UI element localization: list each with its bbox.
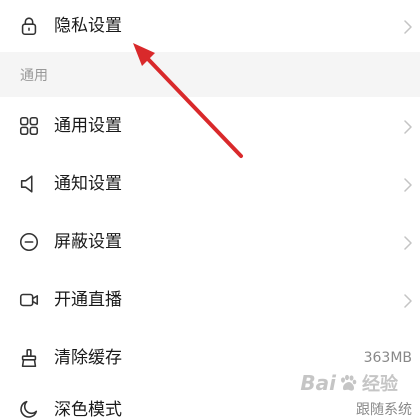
speaker-icon [18, 173, 40, 195]
settings-item-label: 屏蔽设置 [54, 232, 122, 252]
chevron-right-icon [404, 119, 412, 134]
settings-item-label: 清除缓存 [54, 348, 122, 368]
settings-item-label: 开通直播 [54, 290, 122, 310]
chevron-right-icon [404, 293, 412, 308]
grid-icon [18, 115, 40, 137]
minus-circle-icon [18, 231, 40, 253]
settings-screen: 隐私设置 通用 通用设置 通知设置 屏蔽设置 开通直播 清除缓存 363MB 深… [0, 0, 420, 420]
settings-item-label: 隐私设置 [54, 16, 122, 36]
settings-item-dark-mode[interactable]: 深色模式 跟随系统 [0, 387, 420, 420]
settings-item-notifications[interactable]: 通知设置 [0, 155, 420, 213]
settings-item-block[interactable]: 屏蔽设置 [0, 213, 420, 271]
settings-item-privacy[interactable]: 隐私设置 [0, 0, 420, 52]
section-header-general: 通用 [0, 52, 420, 97]
video-camera-icon [18, 289, 40, 311]
chevron-right-icon [404, 19, 412, 34]
chevron-right-icon [404, 235, 412, 250]
cache-size-value: 363MB [363, 350, 412, 366]
section-title: 通用 [20, 67, 48, 84]
settings-item-live[interactable]: 开通直播 [0, 271, 420, 329]
settings-item-label: 深色模式 [54, 400, 122, 420]
broom-icon [18, 347, 40, 369]
lock-icon [18, 15, 40, 37]
settings-item-general[interactable]: 通用设置 [0, 97, 420, 155]
settings-item-label: 通用设置 [54, 116, 122, 136]
moon-icon [18, 398, 40, 420]
dark-mode-value: 跟随系统 [356, 402, 412, 418]
settings-item-clear-cache[interactable]: 清除缓存 363MB [0, 329, 420, 387]
chevron-right-icon [404, 177, 412, 192]
settings-item-label: 通知设置 [54, 174, 122, 194]
